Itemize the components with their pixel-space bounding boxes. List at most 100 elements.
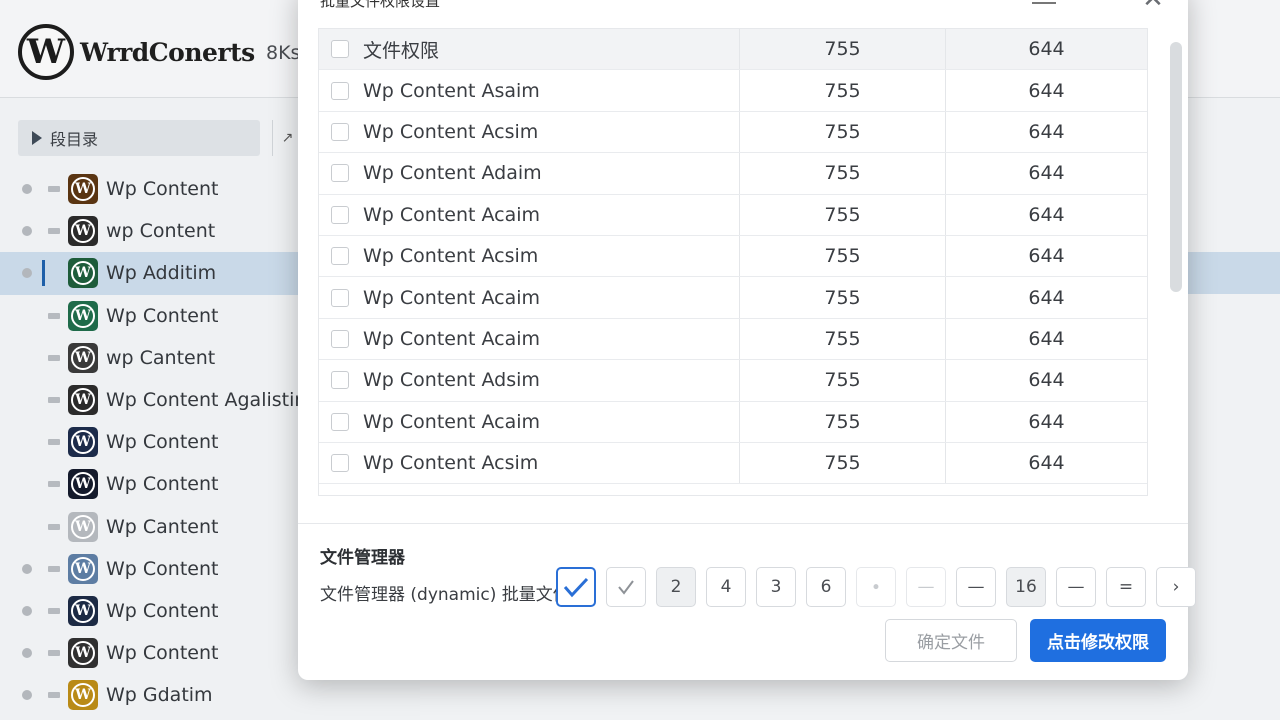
dir-permission-cell: 755	[739, 277, 945, 318]
wordpress-folder-icon: W	[68, 595, 98, 626]
tree-branch-icon	[48, 354, 60, 361]
tree-node-dot-icon	[22, 226, 32, 237]
row-checkbox[interactable]	[331, 247, 349, 266]
tree-item-label: Wp Content Agalistin	[106, 389, 307, 412]
file-name-cell: Wp Content Acaim	[363, 327, 541, 350]
table-row[interactable]: Wp Content Acsim 755 644	[319, 111, 1147, 154]
table-row[interactable]: Wp Content Acsim 755 644	[319, 236, 1147, 278]
page-ellipsis-4[interactable]: —	[1056, 567, 1096, 607]
dir-permission-cell: 755	[739, 70, 945, 111]
wordpress-folder-icon: W	[68, 300, 98, 331]
row-checkbox[interactable]	[331, 412, 349, 431]
row-checkbox[interactable]	[331, 164, 349, 183]
confirm-file-button[interactable]: 确定文件	[885, 619, 1017, 662]
table-row[interactable]: Wp Content Acaim 755 644	[319, 194, 1147, 236]
row-checkbox[interactable]	[331, 288, 349, 307]
file-permission-cell: 644	[945, 236, 1147, 277]
file-name-cell: 文件权限	[363, 39, 440, 62]
wordpress-folder-icon: W	[68, 427, 98, 458]
check-outline-icon	[618, 580, 634, 595]
row-checkbox[interactable]	[331, 371, 349, 390]
page-button-2[interactable]: 2	[656, 567, 696, 607]
pagination: 2 4 3 6 ∙ — — 16 — = ›	[556, 567, 1196, 607]
permissions-dialog: 批量文件权限设置 ↗ ✕ 文件权限755644Wp Content Asaim7…	[298, 0, 1196, 680]
wordpress-folder-icon: W	[68, 511, 98, 542]
tree-branch-icon	[48, 439, 60, 446]
tree-item[interactable]: W Wp Gdatim	[0, 674, 420, 716]
tree-node-dot-icon	[22, 648, 32, 659]
partial-check-button[interactable]	[606, 567, 646, 607]
tree-item-label: Wp Content	[106, 178, 219, 201]
page-button-6[interactable]: 6	[806, 567, 846, 607]
table-row[interactable]: Wp Content Adsim 755 644	[319, 360, 1147, 402]
tree-branch-icon	[48, 650, 60, 657]
tree-node-dot-icon	[22, 268, 32, 279]
tree-branch-icon	[48, 607, 60, 614]
file-permission-cell: 644	[945, 153, 1147, 194]
expand-icon[interactable]: ↗	[1032, 0, 1056, 4]
row-checkbox[interactable]	[331, 81, 349, 100]
directory-button-label: 段目录	[50, 130, 99, 149]
page-ellipsis-1[interactable]: ∙	[856, 567, 896, 607]
dir-permission-cell: 755	[739, 153, 945, 194]
row-checkbox[interactable]	[331, 454, 349, 473]
dir-permission-cell: 755	[739, 318, 945, 360]
table-row[interactable]: Wp Content Acaim 755 644	[319, 318, 1147, 361]
brand[interactable]: W WrrdConerts	[18, 24, 255, 80]
dir-permission-cell: 755	[739, 194, 945, 235]
table-row[interactable]: Wp Content Acaim 755 644	[319, 277, 1147, 319]
wordpress-folder-icon: W	[68, 258, 98, 289]
tree-item-label: Wp Content	[106, 473, 219, 496]
play-icon	[32, 131, 42, 145]
file-name-cell: Wp Content Acaim	[363, 203, 541, 226]
footer-divider	[298, 523, 1188, 524]
tree-branch-icon	[48, 186, 60, 193]
table-row[interactable]: Wp Content Acsim 755 644	[319, 443, 1147, 485]
page-ellipsis-2[interactable]: —	[906, 567, 946, 607]
file-permission-cell: 644	[945, 360, 1147, 401]
check-icon	[563, 577, 589, 598]
cursor-icon: ↗	[281, 130, 294, 146]
file-name-cell: Wp Content Adaim	[363, 162, 542, 185]
tree-node-dot-icon	[22, 690, 32, 701]
row-checkbox[interactable]	[331, 329, 349, 348]
file-name-cell: Wp Content Acsim	[363, 452, 539, 475]
tree-branch-icon	[48, 692, 60, 699]
wordpress-logo-icon: W	[18, 24, 74, 80]
page-ellipsis-5[interactable]: =	[1106, 567, 1146, 607]
page-button-3[interactable]: 3	[756, 567, 796, 607]
close-icon[interactable]: ✕	[1138, 0, 1168, 16]
table-row[interactable]: Wp Content Acaim 755 644	[319, 401, 1147, 443]
modify-permissions-button[interactable]: 点击修改权限	[1030, 619, 1166, 662]
row-checkbox[interactable]	[331, 40, 349, 59]
permissions-table: 文件权限 755 644 Wp Content Asaim 755 644 Wp Conte…	[318, 28, 1148, 496]
brand-meta: 8Ks	[266, 42, 301, 64]
dir-permission-cell: 755	[739, 111, 945, 153]
select-all-checkbox[interactable]	[556, 567, 596, 607]
dir-permission-cell: 755	[739, 401, 945, 442]
tree-node-dot-icon	[22, 563, 32, 574]
tree-branch-icon	[48, 397, 60, 404]
directory-button[interactable]: 段目录	[18, 120, 260, 156]
row-checkbox[interactable]	[331, 122, 349, 141]
row-checkbox[interactable]	[331, 205, 349, 224]
file-permission-cell: 644	[945, 277, 1147, 318]
page-ellipsis-3[interactable]: —	[956, 567, 996, 607]
dialog-title: 批量文件权限设置	[320, 0, 441, 10]
file-permission-cell: 644	[945, 70, 1147, 111]
table-row[interactable]: Wp Content Adaim 755 644	[319, 153, 1147, 195]
page-button-16[interactable]: 16	[1006, 567, 1046, 607]
table-row[interactable]: Wp Content Asaim 755 644	[319, 70, 1147, 112]
table-scrollbar[interactable]	[1170, 42, 1182, 292]
file-name-cell: Wp Content Acsim	[363, 245, 539, 268]
wordpress-folder-icon: W	[68, 216, 98, 247]
tree-item-label: Wp Gdatim	[106, 684, 213, 707]
wordpress-folder-icon: W	[68, 638, 98, 669]
table-header[interactable]: 文件权限 755 644	[319, 29, 1147, 71]
brand-name: WrrdConerts	[80, 37, 255, 67]
next-page-button[interactable]: ›	[1156, 567, 1196, 607]
page-button-4[interactable]: 4	[706, 567, 746, 607]
file-permission-cell: 644	[945, 29, 1147, 70]
file-manager-title: 文件管理器	[320, 548, 405, 568]
tree-branch-icon	[48, 481, 60, 488]
